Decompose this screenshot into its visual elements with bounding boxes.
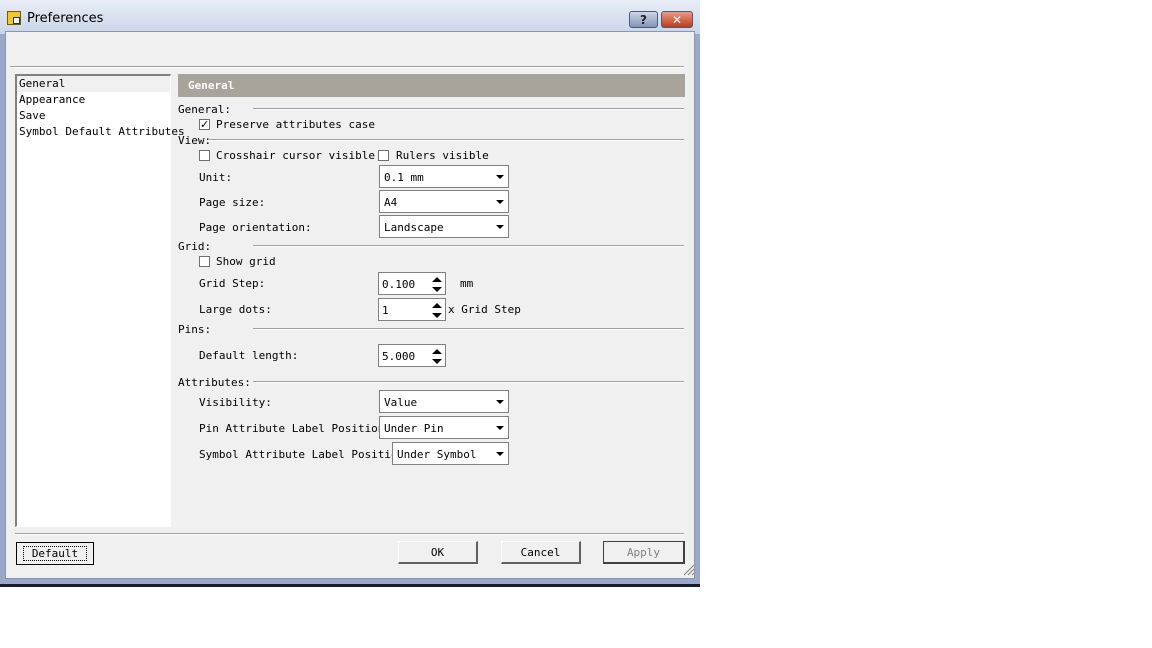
unit-label: Unit: [199, 171, 233, 184]
section-divider [253, 328, 684, 330]
default-length-spinner[interactable]: 5.000 [378, 344, 446, 367]
default-length-label: Default length: [199, 349, 299, 362]
preserve-case-checkbox[interactable]: ✓ [199, 119, 210, 130]
chevron-down-icon[interactable] [493, 444, 507, 463]
orientation-value: Landscape [384, 221, 444, 234]
section-pins-label: Pins: [178, 323, 212, 336]
grid-step-label: Grid Step: [199, 277, 266, 290]
preserve-case-label[interactable]: Preserve attributes case [216, 118, 375, 131]
symbol-label-position-value: Under Symbol [397, 448, 477, 461]
grid-step-value: 0.100 [382, 278, 416, 291]
ok-button[interactable]: OK [398, 541, 478, 564]
category-item-appearance[interactable]: Appearance [17, 92, 170, 108]
show-grid-checkbox[interactable] [199, 256, 210, 267]
crosshair-checkbox[interactable] [199, 150, 210, 161]
chevron-down-icon[interactable] [493, 192, 507, 211]
crosshair-label[interactable]: Crosshair cursor visible [216, 149, 375, 162]
large-dots-suffix: x Grid Step [448, 303, 521, 316]
spin-up-icon[interactable] [429, 300, 444, 310]
section-view-label: View: [178, 134, 212, 147]
section-attributes-label: Attributes: [178, 376, 251, 389]
section-grid-label: Grid: [178, 240, 212, 253]
resize-grip-icon[interactable] [682, 563, 695, 576]
symbol-label-position-select[interactable]: Under Symbol [392, 442, 509, 465]
spin-up-icon[interactable] [429, 274, 444, 284]
large-dots-value: 1 [382, 304, 389, 317]
default-button[interactable]: Default [16, 542, 94, 565]
section-divider [253, 108, 684, 110]
grid-step-unit: mm [460, 277, 474, 290]
orientation-label: Page orientation: [199, 221, 312, 234]
orientation-select[interactable]: Landscape [379, 215, 509, 238]
visibility-label: Visibility: [199, 396, 272, 409]
rulers-checkbox[interactable] [378, 150, 389, 161]
unit-select[interactable]: 0.1 mm [379, 165, 509, 188]
large-dots-spinner[interactable]: 1 [378, 298, 446, 321]
app-icon [7, 11, 21, 25]
pin-label-position-select[interactable]: Under Pin [379, 416, 509, 439]
spin-down-icon[interactable] [429, 310, 444, 320]
apply-button[interactable]: Apply [603, 541, 685, 564]
category-item-save[interactable]: Save [17, 108, 170, 124]
category-item-general[interactable]: General [17, 76, 170, 92]
spin-down-icon[interactable] [429, 284, 444, 294]
page-size-value: A4 [384, 196, 398, 209]
rulers-label[interactable]: Rulers visible [396, 149, 489, 162]
show-grid-label[interactable]: Show grid [216, 255, 276, 268]
spin-up-icon[interactable] [429, 346, 444, 356]
window-title: Preferences [27, 11, 104, 26]
symbol-label-position-label: Symbol Attribute Label Position: [199, 448, 411, 461]
section-divider [253, 381, 684, 383]
visibility-value: Value [384, 396, 418, 409]
page-size-label: Page size: [199, 196, 266, 209]
separator [10, 66, 684, 68]
close-button[interactable]: ✕ [661, 11, 693, 28]
section-general-label: General: [178, 103, 231, 116]
chevron-down-icon[interactable] [493, 392, 507, 411]
chevron-down-icon[interactable] [493, 217, 507, 236]
grid-step-spinner[interactable]: 0.100 [378, 272, 446, 295]
section-divider [208, 139, 684, 141]
pin-label-position-value: Under Pin [384, 422, 444, 435]
page-size-select[interactable]: A4 [379, 190, 509, 213]
window-shadow [0, 584, 700, 587]
large-dots-label: Large dots: [199, 303, 272, 316]
section-divider [253, 245, 684, 247]
spin-down-icon[interactable] [429, 356, 444, 366]
default-button-label: Default [22, 546, 88, 561]
chevron-down-icon[interactable] [493, 418, 507, 437]
cancel-button[interactable]: Cancel [501, 541, 581, 564]
panel-header: General [178, 74, 685, 97]
pin-label-position-label: Pin Attribute Label Position: [199, 422, 392, 435]
category-list[interactable]: General Appearance Save Symbol Default A… [15, 74, 185, 527]
separator [15, 533, 684, 535]
default-length-value: 5.000 [382, 350, 416, 363]
category-item-symbol-default-attributes[interactable]: Symbol Default Attributes [17, 124, 185, 140]
unit-value: 0.1 mm [384, 171, 424, 184]
title-bar[interactable]: Preferences ? ✕ [0, 0, 700, 34]
help-button[interactable]: ? [629, 11, 658, 28]
chevron-down-icon[interactable] [493, 167, 507, 186]
visibility-select[interactable]: Value [379, 390, 509, 413]
